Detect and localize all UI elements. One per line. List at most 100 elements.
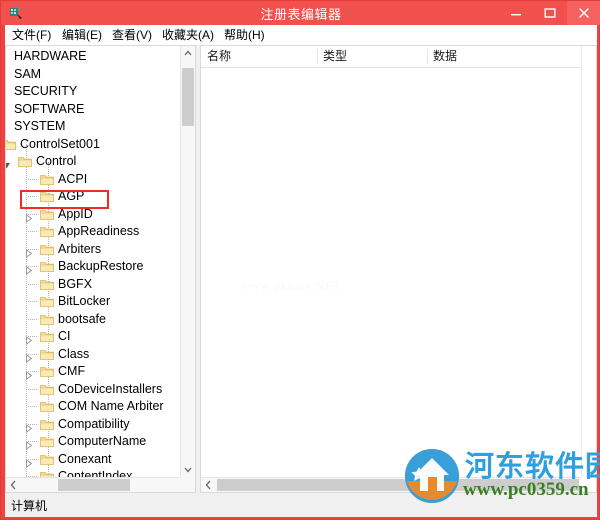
tree-scroll-down-button[interactable] <box>181 462 195 477</box>
tree-horizontal-scrollbar[interactable] <box>6 477 195 492</box>
tree-item-label: SOFTWARE <box>14 101 85 116</box>
tree-guide-tick <box>28 388 37 390</box>
values-scroll-left-button[interactable] <box>201 478 216 492</box>
registry-tree[interactable]: HARDWARE SAM SECURITY SOFTWARE SYSTEM Control… <box>6 46 182 477</box>
folder-icon <box>40 261 54 273</box>
folder-icon <box>40 401 54 413</box>
registry-values-pane[interactable]: 名称 类型 数据 www.pkions.NET <box>200 45 597 493</box>
maximize-button[interactable] <box>533 1 567 25</box>
tree-scroll-left-button[interactable] <box>6 478 21 492</box>
tree-item-label: Class <box>58 346 90 361</box>
expander-collapsed-icon[interactable] <box>24 456 33 468</box>
expander-collapsed-icon[interactable] <box>24 438 33 450</box>
tree-item-acpi[interactable]: ACPI <box>6 171 182 188</box>
tree-item-ci[interactable]: CI <box>6 328 182 345</box>
tree-item-com-name-arbiter[interactable]: COM Name Arbiter <box>6 398 182 415</box>
tree-vertical-scroll-thumb[interactable] <box>182 68 194 126</box>
tree-item-software[interactable]: SOFTWARE <box>6 101 182 118</box>
tree-item-agp[interactable]: AGP <box>6 188 182 205</box>
registry-tree-pane[interactable]: HARDWARE SAM SECURITY SOFTWARE SYSTEM Control… <box>5 45 196 493</box>
tree-item-label: SYSTEM <box>14 119 66 133</box>
tree-item-system[interactable]: SYSTEM <box>6 118 182 135</box>
values-vertical-scrollbar[interactable] <box>581 46 596 477</box>
tree-item-label: BackupRestore <box>58 259 144 273</box>
folder-icon <box>40 331 54 343</box>
tree-guide-tick <box>28 283 37 285</box>
tree-item-computername[interactable]: ComputerName <box>6 433 182 450</box>
tree-item-label: ContentIndex <box>58 469 133 477</box>
tree-vertical-scrollbar[interactable] <box>180 46 195 477</box>
tree-item-appreadiness[interactable]: AppReadiness <box>6 223 182 240</box>
tree-item-compatibility[interactable]: Compatibility <box>6 416 182 433</box>
tree-guide-tick <box>28 406 37 407</box>
expander-collapsed-icon[interactable] <box>24 351 33 363</box>
tree-guide-tick <box>28 248 37 250</box>
tree-item-codeviceinstallers[interactable]: CoDeviceInstallers <box>6 381 182 398</box>
tree-scroll-up-button[interactable] <box>181 46 195 61</box>
expander-collapsed-icon[interactable] <box>24 368 33 380</box>
close-button[interactable] <box>567 1 600 25</box>
tree-item-bitlocker[interactable]: BitLocker <box>6 293 182 310</box>
tree-guide-tick <box>28 318 37 320</box>
tree-item-conexant[interactable]: Conexant <box>6 451 182 468</box>
tree-item-controlset001[interactable]: ControlSet001 <box>6 136 182 153</box>
tree-item-label: Control <box>36 154 77 168</box>
expander-expanded-icon[interactable] <box>6 158 11 169</box>
tree-item-control[interactable]: Control <box>6 153 182 170</box>
tree-item-label: Arbiters <box>58 241 102 256</box>
tree-horizontal-scroll-thumb[interactable] <box>58 479 130 491</box>
title-bar: 注册表编辑器 <box>1 1 600 25</box>
expander-collapsed-icon[interactable] <box>24 263 33 275</box>
tree-item-label: ComputerName <box>58 434 147 448</box>
tree-item-label: SECURITY <box>14 84 78 98</box>
tree-item-appid[interactable]: AppID <box>6 206 182 223</box>
tree-item-label: HARDWARE <box>14 49 87 63</box>
menu-file[interactable]: 文件(F) <box>9 27 54 43</box>
tree-item-hardware[interactable]: HARDWARE <box>6 48 182 65</box>
chevron-left-icon <box>10 480 16 490</box>
folder-icon <box>40 384 54 396</box>
tree-item-class[interactable]: Class <box>6 346 182 363</box>
tree-item-label: BGFX <box>58 276 93 291</box>
menu-view[interactable]: 查看(V) <box>109 27 155 43</box>
menu-edit[interactable]: 编辑(E) <box>59 27 105 43</box>
minimize-button[interactable] <box>499 1 533 25</box>
expander-collapsed-icon[interactable] <box>24 333 33 345</box>
tree-item-bgfx[interactable]: BGFX <box>6 276 182 293</box>
chevron-down-icon <box>184 467 192 473</box>
folder-icon <box>40 454 54 466</box>
values-horizontal-scroll-thumb[interactable] <box>217 479 579 491</box>
menu-help[interactable]: 帮助(H) <box>221 27 268 43</box>
column-header-type[interactable]: 类型 <box>317 46 427 67</box>
tree-guide-tick <box>28 458 37 460</box>
tree-item-label: CoDeviceInstallers <box>58 381 163 396</box>
client-area: HARDWARE SAM SECURITY SOFTWARE SYSTEM Control… <box>5 45 597 493</box>
tree-item-bootsafe[interactable]: bootsafe <box>6 311 182 328</box>
tree-item-cmf[interactable]: CMF <box>6 363 182 380</box>
tree-item-sam[interactable]: SAM <box>6 66 182 83</box>
tree-item-security[interactable]: SECURITY <box>6 83 182 100</box>
tree-guide-tick <box>28 423 37 425</box>
tree-guide-tick <box>28 196 37 197</box>
expander-collapsed-icon[interactable] <box>24 421 33 433</box>
tree-item-backuprestore[interactable]: BackupRestore <box>6 258 182 275</box>
folder-icon <box>40 349 54 361</box>
minimize-icon <box>511 14 521 16</box>
registry-editor-window: 注册表编辑器 文件(F) 编辑(E) 查看(V) 收藏夹(A) 帮助(H) HA… <box>0 0 600 520</box>
tree-item-contentindex[interactable]: ContentIndex <box>6 468 182 477</box>
expander-collapsed-icon[interactable] <box>24 211 33 223</box>
tree-guide-tick <box>28 231 37 232</box>
values-horizontal-scrollbar[interactable] <box>201 477 596 492</box>
folder-icon <box>40 296 54 308</box>
tree-guide-tick <box>28 213 37 215</box>
values-list[interactable]: www.pkions.NET <box>201 68 581 477</box>
column-header-data[interactable]: 数据 <box>427 46 581 67</box>
column-header-name[interactable]: 名称 <box>201 46 317 67</box>
tree-item-arbiters[interactable]: Arbiters <box>6 241 182 258</box>
folder-icon <box>6 139 16 151</box>
tree-item-label: AppReadiness <box>58 224 140 238</box>
menu-favorites[interactable]: 收藏夹(A) <box>159 27 217 43</box>
expander-collapsed-icon[interactable] <box>24 246 33 258</box>
tree-guide-tick <box>28 336 37 337</box>
folder-icon <box>40 209 54 221</box>
